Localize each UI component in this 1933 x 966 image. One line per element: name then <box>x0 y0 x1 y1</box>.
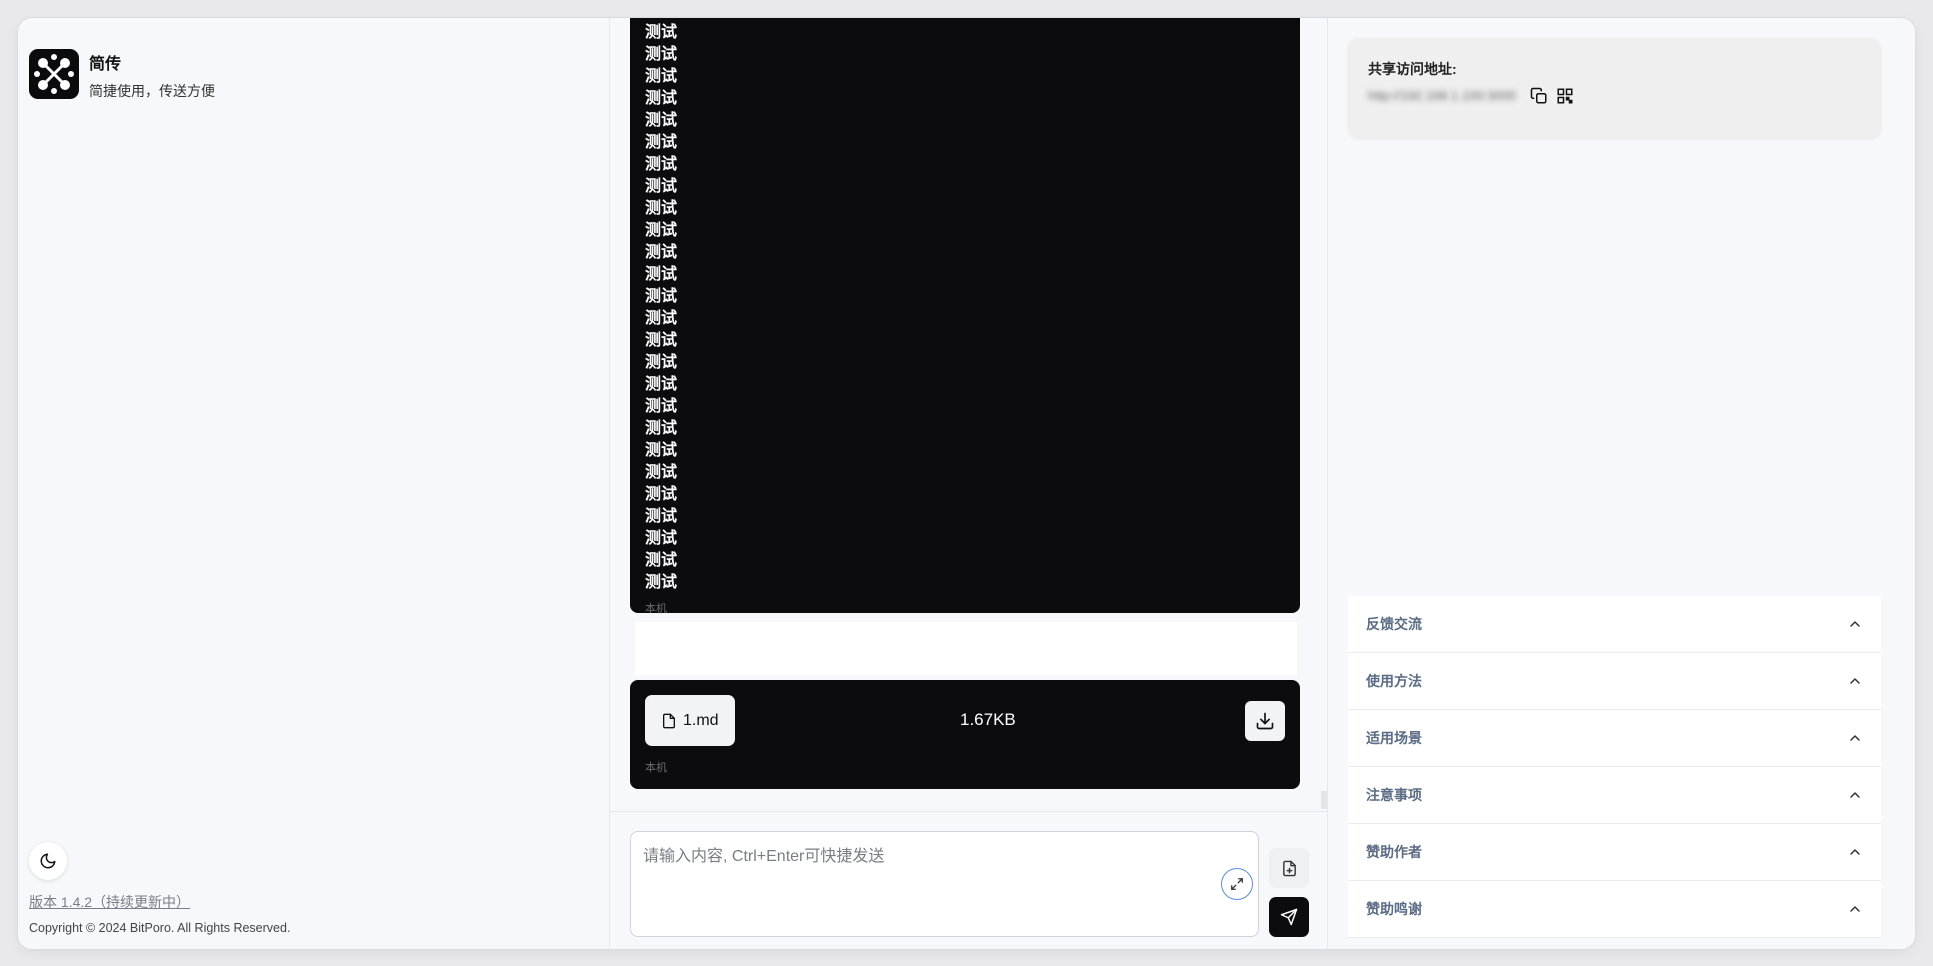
accordion-label: 注意事项 <box>1366 787 1422 803</box>
send-button[interactable] <box>1269 897 1309 937</box>
copyright-text: Copyright © 2024 BitPoro. All Rights Res… <box>29 921 291 935</box>
accordion-label: 使用方法 <box>1366 673 1422 689</box>
accordion-thanks[interactable]: 赞助鸣谢 <box>1348 881 1881 938</box>
app-logo-icon <box>29 49 79 99</box>
scrollbar[interactable] <box>1321 791 1327 809</box>
share-url[interactable]: http://192.168.1.100:3000 <box>1368 88 1516 103</box>
message-text: 测试 测试 测试 测试 测试 测试 测试 测试 测试 测试 测试 测试 测试 测试 测试 测试 … <box>645 24 678 591</box>
chevron-up-icon <box>1850 849 1860 855</box>
chevron-up-icon <box>1850 678 1860 684</box>
send-icon <box>1280 908 1298 926</box>
message-panel: 测试 测试 测试 测试 测试 测试 测试 测试 测试 测试 测试 测试 测试 测试 测试 测试 … <box>610 18 1328 949</box>
help-accordion: 反馈交流 使用方法 适用场景 注意事项 赞助作者 赞助鸣谢 <box>1348 596 1881 938</box>
version-link[interactable]: 版本 1.4.2（持续更新中） <box>29 892 190 912</box>
accordion-label: 赞助作者 <box>1366 844 1422 860</box>
accordion-label: 适用场景 <box>1366 730 1422 746</box>
message-input[interactable] <box>630 831 1259 937</box>
info-panel: 共享访问地址: http://192.168.1.100:3000 反馈交流 使… <box>1328 18 1915 949</box>
message-source: 本机 <box>645 603 667 615</box>
app-subtitle: 简捷使用，传送方便 <box>89 83 215 99</box>
download-icon <box>1256 712 1274 730</box>
text-message[interactable]: 测试 测试 测试 测试 测试 测试 测试 测试 测试 测试 测试 测试 测试 测试 测试 测试 … <box>630 18 1300 615</box>
accordion-scenarios[interactable]: 适用场景 <box>1348 710 1881 767</box>
accordion-sponsor[interactable]: 赞助作者 <box>1348 824 1881 881</box>
left-panel: 简传 简捷使用，传送方便 版本 1.4.2（持续更新中） Copyright ©… <box>18 18 610 949</box>
divider <box>610 811 1328 812</box>
qr-code-icon[interactable] <box>1556 87 1574 105</box>
chevron-up-icon <box>1850 792 1860 798</box>
expand-icon <box>1231 878 1243 890</box>
theme-toggle-button[interactable] <box>29 842 67 880</box>
chevron-up-icon <box>1850 906 1860 912</box>
empty-message <box>635 622 1297 675</box>
expand-button[interactable] <box>1221 868 1253 900</box>
moon-icon <box>40 853 56 869</box>
upload-file-button[interactable] <box>1269 848 1309 888</box>
app-title: 简传 <box>89 56 122 73</box>
accordion-label: 反馈交流 <box>1366 616 1422 632</box>
share-title: 共享访问地址: <box>1368 61 1457 77</box>
copy-icon[interactable] <box>1530 87 1548 105</box>
file-upload-icon <box>1282 860 1296 876</box>
download-button[interactable] <box>1245 701 1285 741</box>
accordion-usage[interactable]: 使用方法 <box>1348 653 1881 710</box>
file-source: 本机 <box>645 762 667 774</box>
chevron-up-icon <box>1850 621 1860 627</box>
chevron-up-icon <box>1850 735 1860 741</box>
file-name: 1.md <box>683 711 719 729</box>
file-message: 1.md 1.67KB 本机 <box>630 680 1300 789</box>
accordion-feedback[interactable]: 反馈交流 <box>1348 596 1881 653</box>
accordion-label: 赞助鸣谢 <box>1366 901 1422 917</box>
file-name-button[interactable]: 1.md <box>645 695 735 746</box>
file-size: 1.67KB <box>960 710 1016 729</box>
accordion-notes[interactable]: 注意事项 <box>1348 767 1881 824</box>
file-icon <box>663 713 675 728</box>
app-window: 简传 简捷使用，传送方便 版本 1.4.2（持续更新中） Copyright ©… <box>18 18 1915 949</box>
share-card: 共享访问地址: http://192.168.1.100:3000 <box>1348 38 1881 138</box>
